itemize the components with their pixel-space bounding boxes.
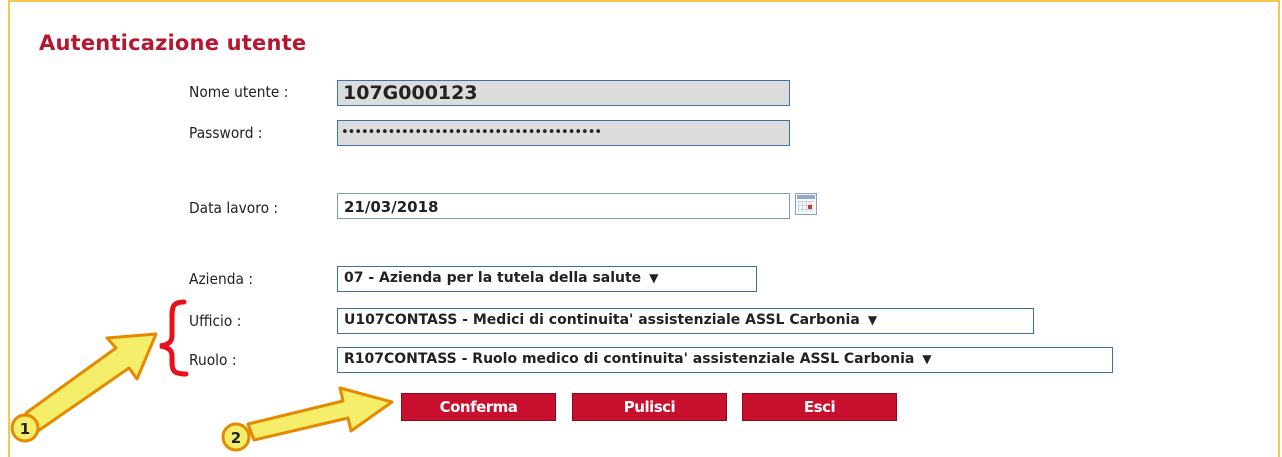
red-bracket-annotation (159, 299, 189, 377)
marker-2-label: 2 (231, 429, 241, 447)
annotation-overlay: 1 2 (10, 299, 394, 452)
marker-1-label: 1 (20, 420, 30, 438)
arrow-1-annotation (24, 332, 158, 433)
arrow-2-annotation (246, 386, 394, 442)
